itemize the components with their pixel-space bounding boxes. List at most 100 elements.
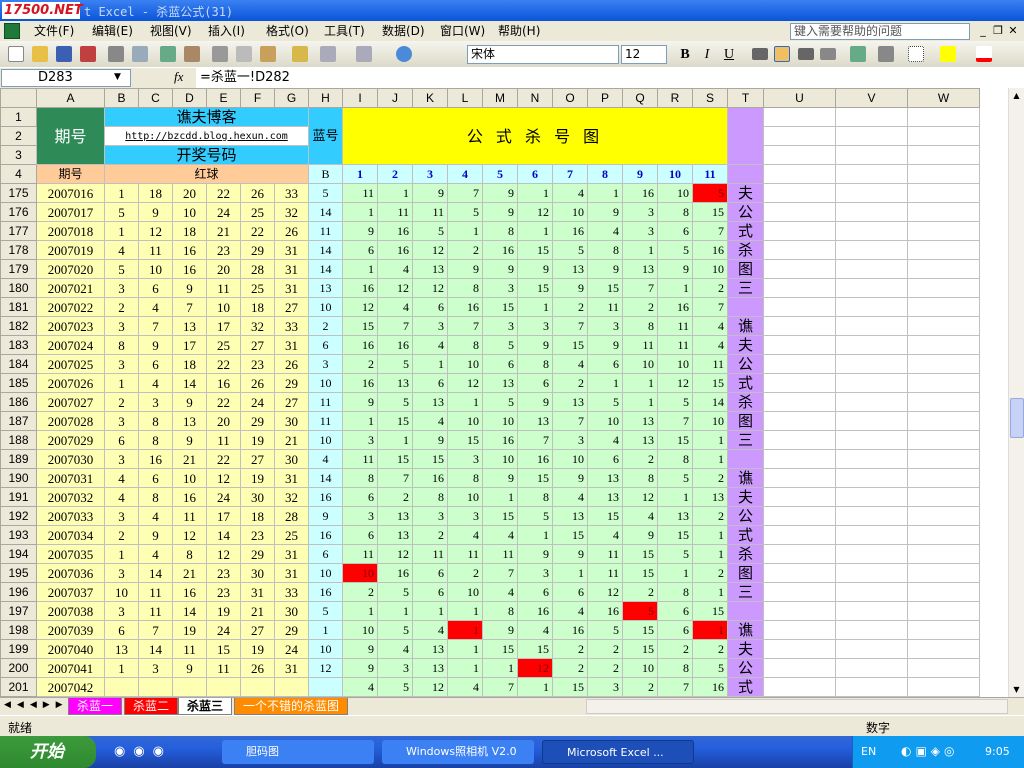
red-ball-cell[interactable]: 27 [274,297,309,317]
kill-value-cell[interactable]: 1 [552,563,588,583]
period-cell[interactable]: 2007042 [36,677,105,697]
empty-cell[interactable] [835,525,908,545]
align-center-icon[interactable] [774,46,790,62]
red-ball-cell[interactable]: 26 [240,658,275,678]
kill-value-cell[interactable]: 16 [692,240,728,260]
side-text-cell[interactable]: 图 [727,411,764,431]
red-ball-cell[interactable]: 5 [104,259,139,279]
red-ball-cell[interactable]: 2 [104,392,139,412]
formula-column-number[interactable]: 3 [412,164,448,184]
kill-value-cell[interactable]: 1 [622,373,658,393]
kill-value-cell[interactable]: 1 [377,601,413,621]
red-ball-cell[interactable]: 27 [240,620,275,640]
red-ball-cell[interactable]: 26 [274,221,309,241]
kill-value-cell[interactable]: 15 [552,525,588,545]
blue-number-cell[interactable]: 14 [308,240,343,260]
font-size-select[interactable]: 12 [621,45,667,64]
empty-cell[interactable] [907,658,980,678]
kill-value-cell[interactable]: 12 [587,582,623,602]
research-icon[interactable] [184,46,200,62]
empty-cell[interactable] [835,430,908,450]
kill-value-cell[interactable]: 8 [447,278,483,298]
side-text-cell[interactable]: 式 [727,677,764,697]
row-header[interactable]: 188 [0,430,37,450]
red-ball-cell[interactable]: 4 [138,297,173,317]
red-ball-cell[interactable]: 1 [104,658,139,678]
kill-value-cell[interactable]: 9 [482,468,518,488]
kill-value-cell[interactable]: 1 [377,430,413,450]
kill-value-cell[interactable]: 1 [692,525,728,545]
vertical-scrollbar[interactable]: ▲ ▼ [1008,88,1024,697]
kill-value-cell[interactable]: 15 [342,316,378,336]
red-ball-cell[interactable]: 26 [274,354,309,374]
kill-value-cell[interactable]: 10 [692,259,728,279]
kill-value-cell[interactable]: 8 [657,449,693,469]
print-icon[interactable] [108,46,124,62]
red-ball-cell[interactable]: 5 [104,202,139,222]
kill-value-cell[interactable]: 2 [447,563,483,583]
empty-cell[interactable] [907,601,980,621]
red-ball-cell[interactable]: 29 [240,411,275,431]
kill-value-cell[interactable]: 4 [552,601,588,621]
empty-cell[interactable] [907,468,980,488]
kill-value-cell[interactable]: 10 [447,354,483,374]
row-header[interactable]: 177 [0,221,37,241]
red-ball-cell[interactable]: 11 [206,430,241,450]
kill-value-cell[interactable]: 2 [552,658,588,678]
red-ball-cell[interactable]: 10 [172,468,207,488]
kill-hit-cell[interactable]: 5 [622,601,658,621]
minimize-icon[interactable]: _ [976,24,990,38]
kill-value-cell[interactable]: 15 [657,430,693,450]
formula-column-number[interactable]: 5 [482,164,518,184]
empty-cell[interactable] [835,411,908,431]
kill-value-cell[interactable]: 6 [412,297,448,317]
kill-value-cell[interactable]: 4 [552,487,588,507]
kill-value-cell[interactable]: 2 [622,297,658,317]
red-ball-cell[interactable]: 25 [240,278,275,298]
font-name-select[interactable]: 宋体 [467,45,619,64]
row-header[interactable]: 192 [0,506,37,526]
kill-value-cell[interactable]: 15 [482,639,518,659]
kill-value-cell[interactable]: 13 [482,373,518,393]
row-header[interactable]: 194 [0,544,37,564]
side-text-cell[interactable]: 公 [727,506,764,526]
empty-cell[interactable] [763,430,836,450]
red-ball-cell[interactable]: 31 [274,544,309,564]
side-text-cell[interactable]: 杀 [727,240,764,260]
kill-value-cell[interactable]: 1 [657,278,693,298]
red-ball-cell[interactable]: 21 [172,563,207,583]
empty-cell[interactable] [763,639,836,659]
empty-cell[interactable] [907,202,980,222]
red-ball-cell[interactable]: 2 [104,297,139,317]
kill-value-cell[interactable]: 6 [657,620,693,640]
blue-number-cell[interactable]: 11 [308,392,343,412]
kill-value-cell[interactable]: 13 [412,392,448,412]
side-text-cell[interactable]: 公 [727,658,764,678]
red-ball-cell[interactable]: 10 [172,202,207,222]
red-ball-cell[interactable]: 24 [240,392,275,412]
chevron-down-icon[interactable]: ▼ [114,72,121,82]
side-text-cell[interactable] [727,449,764,469]
column-header[interactable]: L [447,88,483,108]
kill-value-cell[interactable]: 6 [517,373,553,393]
red-ball-cell[interactable]: 19 [240,468,275,488]
empty-cell[interactable] [835,183,908,203]
kill-value-cell[interactable]: 5 [377,392,413,412]
kill-value-cell[interactable]: 3 [622,221,658,241]
kill-value-cell[interactable]: 13 [552,506,588,526]
period-cell[interactable]: 2007023 [36,316,105,336]
row-header[interactable]: 196 [0,582,37,602]
red-ball-cell[interactable]: 25 [206,335,241,355]
hyperlink-icon[interactable] [396,46,412,62]
kill-value-cell[interactable]: 4 [412,620,448,640]
red-ball-cell[interactable]: 9 [172,392,207,412]
period-cell[interactable]: 2007024 [36,335,105,355]
fill-color-icon[interactable] [940,46,956,62]
red-ball-cell[interactable]: 29 [240,544,275,564]
kill-value-cell[interactable]: 15 [552,335,588,355]
red-ball-cell[interactable]: 2 [104,525,139,545]
side-text-cell[interactable]: 公 [727,354,764,374]
kill-value-cell[interactable]: 5 [587,620,623,640]
kill-hit-cell[interactable]: 10 [342,563,378,583]
red-ball-cell[interactable]: 24 [274,639,309,659]
